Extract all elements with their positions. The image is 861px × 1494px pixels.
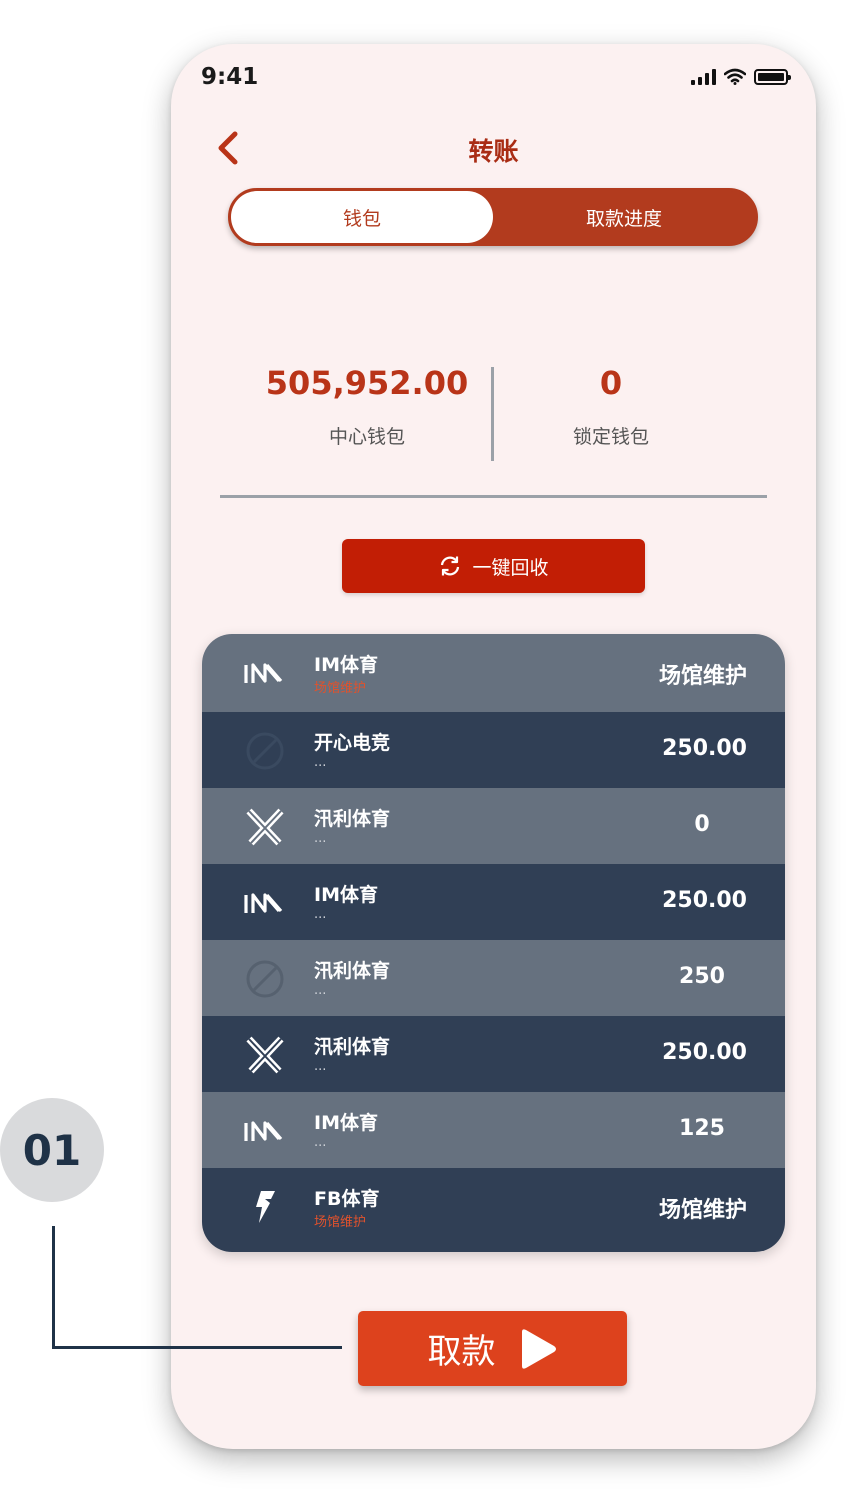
balance-divider xyxy=(491,367,494,461)
platform-name: 汛利体育 xyxy=(314,1036,391,1058)
im-logo-icon xyxy=(242,1112,288,1150)
wifi-icon xyxy=(724,68,746,85)
platform-status: ... xyxy=(314,1059,327,1074)
platform-value: 场馆维护 xyxy=(658,1198,747,1223)
refresh-icon xyxy=(441,556,460,576)
platform-status: ... xyxy=(314,983,327,998)
platform-name: FB体育 xyxy=(314,1188,380,1210)
x-logo-icon xyxy=(242,808,288,846)
segmented-control: 钱包 取款进度 xyxy=(228,188,758,246)
platform-value: 250 xyxy=(679,964,725,989)
im-logo-icon xyxy=(242,884,288,922)
platform-row[interactable]: 开心电竞 ... 250.00 xyxy=(202,712,785,788)
x-logo-icon xyxy=(242,1036,288,1074)
platform-value: 场馆维护 xyxy=(658,664,747,689)
platform-name: IM体育 xyxy=(314,884,378,906)
withdraw-button[interactable]: 取款 xyxy=(358,1311,627,1386)
platform-list: IM体育 场馆维护 场馆维护 开心电竞 ... 250.00 汛利体育 ... … xyxy=(202,634,785,1252)
center-wallet-label: 中心钱包 xyxy=(328,426,405,448)
platform-value: 250.00 xyxy=(662,736,747,761)
platform-value: 250.00 xyxy=(662,888,747,913)
im-logo-icon xyxy=(242,654,288,692)
battery-icon xyxy=(754,69,791,85)
center-wallet-value: 505,952.00 xyxy=(265,364,469,402)
status-time: 9:41 xyxy=(201,64,259,90)
signal-icon xyxy=(691,69,716,85)
center-wallet: 505,952.00 中心钱包 xyxy=(261,364,473,449)
platform-name: IM体育 xyxy=(314,1112,378,1134)
platform-status: ... xyxy=(314,755,327,770)
platform-name: 开心电竞 xyxy=(314,732,391,754)
locked-wallet: 0 锁定钱包 xyxy=(511,364,711,449)
platform-status: ... xyxy=(314,1135,327,1150)
divider xyxy=(220,495,767,498)
platform-name: IM体育 xyxy=(314,654,378,676)
platform-status: 场馆维护 xyxy=(314,681,367,696)
platform-row[interactable]: 汛利体育 ... 250.00 xyxy=(202,1016,785,1092)
tab-withdraw-progress[interactable]: 取款进度 xyxy=(493,191,755,243)
platform-row[interactable]: IM体育 场馆维护 场馆维护 xyxy=(202,634,785,712)
withdraw-label: 取款 xyxy=(427,1332,496,1372)
tab-wallet[interactable]: 钱包 xyxy=(231,191,493,243)
disabled-circle-icon xyxy=(242,732,288,770)
platform-status: ... xyxy=(314,831,327,846)
play-arrow-icon xyxy=(521,1328,556,1369)
recycle-all-button[interactable]: 一键回收 xyxy=(342,539,645,593)
locked-wallet-value: 0 xyxy=(599,364,623,402)
locked-wallet-label: 锁定钱包 xyxy=(572,426,649,448)
platform-row[interactable]: IM体育 ... 250.00 xyxy=(202,864,785,940)
page-title: 转账 xyxy=(468,137,519,166)
disabled-circle-icon xyxy=(242,960,288,998)
platform-name: 汛利体育 xyxy=(314,960,391,982)
platform-value: 125 xyxy=(679,1116,725,1141)
platform-row[interactable]: IM体育 ... 125 xyxy=(202,1092,785,1168)
callout-line xyxy=(52,1226,342,1349)
step-badge: 01 xyxy=(0,1098,104,1202)
status-icons xyxy=(691,68,791,85)
platform-name: 汛利体育 xyxy=(314,808,391,830)
platform-row[interactable]: 汛利体育 ... 250 xyxy=(202,940,785,1016)
fb-logo-icon xyxy=(242,1188,288,1226)
platform-row[interactable]: 汛利体育 ... 0 xyxy=(202,788,785,864)
platform-status: ... xyxy=(314,907,327,922)
platform-value: 0 xyxy=(694,812,710,837)
recycle-all-label: 一键回收 xyxy=(472,556,549,579)
platform-value: 250.00 xyxy=(662,1040,747,1065)
